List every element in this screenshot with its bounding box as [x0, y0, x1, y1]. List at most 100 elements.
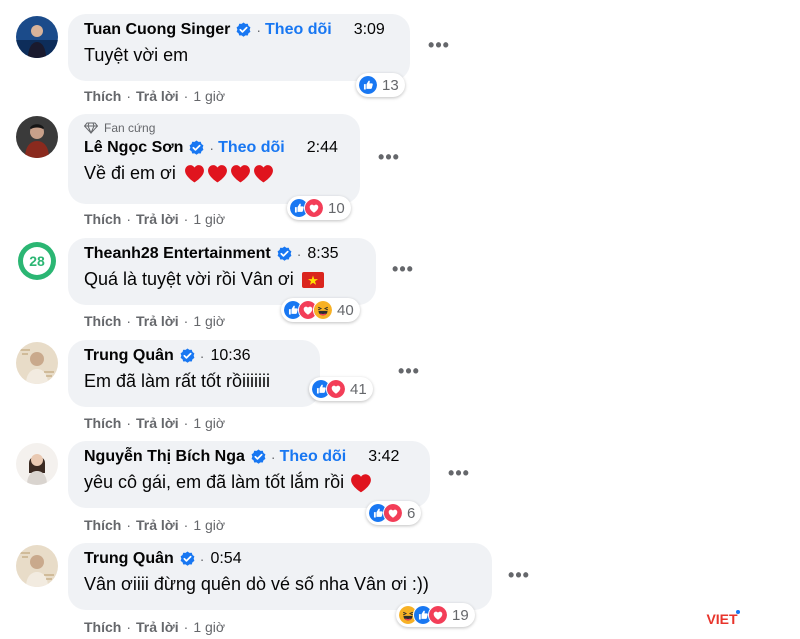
separator: · [126, 517, 132, 533]
separator: · [126, 88, 132, 104]
like-reaction-icon [358, 75, 378, 95]
comment-actions: Thích · Trả lời · 1 giờ [84, 415, 225, 431]
avatar[interactable] [16, 443, 58, 485]
comment-timestamp[interactable]: 3:42 [368, 448, 399, 466]
comment-author[interactable]: Trung Quân [84, 347, 174, 365]
haha-reaction-icon [313, 300, 333, 320]
reply-button[interactable]: Trả lời [136, 313, 179, 329]
reaction-summary[interactable]: 10 [287, 196, 351, 220]
avatar[interactable] [16, 545, 58, 587]
reply-button[interactable]: Trả lời [136, 211, 179, 227]
comment-timestamp[interactable]: 2:44 [307, 139, 338, 157]
comment-age[interactable]: 1 giờ [193, 517, 225, 533]
like-button[interactable]: Thích [84, 313, 121, 329]
reaction-count: 6 [407, 504, 416, 522]
like-button[interactable]: Thích [84, 415, 121, 431]
reply-button[interactable]: Trả lời [136, 619, 179, 635]
comment-bubble: Fan cứng Lê Ngọc Sơn · Theo dõi 2:44 Về … [68, 114, 360, 204]
avatar[interactable] [16, 116, 58, 158]
reply-button[interactable]: Trả lời [136, 88, 179, 104]
comment-age[interactable]: 1 giờ [193, 88, 225, 104]
comment-age[interactable]: 1 giờ [193, 211, 225, 227]
comment-text: Vân ơiiii đừng quên dò vé số nha Vân ơi … [84, 574, 429, 594]
separator: · [183, 619, 189, 635]
separator: · [183, 88, 189, 104]
separator: · [209, 140, 215, 156]
follow-link[interactable]: Theo dõi [265, 21, 332, 39]
comment-timestamp[interactable]: 10:36 [210, 347, 250, 365]
like-button[interactable]: Thích [84, 517, 121, 533]
more-options-icon[interactable]: ••• [504, 566, 534, 588]
separator: · [199, 348, 205, 364]
like-button[interactable]: Thích [84, 211, 121, 227]
follow-link[interactable]: Theo dõi [280, 448, 347, 466]
comment-author[interactable]: Theanh28 Entertainment [84, 245, 271, 263]
separator: · [183, 517, 189, 533]
heart-icon [184, 164, 205, 183]
more-options-icon[interactable]: ••• [394, 362, 424, 384]
comment-text: Tuyệt vời em [84, 45, 189, 65]
reaction-count: 41 [350, 380, 367, 398]
comment-actions: Thích · Trả lời · 1 giờ [84, 619, 225, 635]
more-options-icon[interactable]: ••• [388, 260, 418, 282]
more-options-icon[interactable]: ••• [424, 36, 454, 58]
avatar[interactable]: 28 [16, 240, 58, 282]
reply-button[interactable]: Trả lời [136, 415, 179, 431]
separator: · [126, 415, 132, 431]
separator: · [126, 211, 132, 227]
separator: · [126, 313, 132, 329]
separator: · [199, 551, 205, 567]
vietnam-flag-icon [301, 271, 324, 288]
diamond-icon [84, 122, 98, 134]
comment-age[interactable]: 1 giờ [193, 313, 225, 329]
verified-badge-icon [235, 22, 252, 39]
comment-age[interactable]: 1 giờ [193, 619, 225, 635]
comment-text: Em đã làm rất tốt rồiiiiiii [84, 371, 271, 391]
comment-timestamp[interactable]: 3:09 [354, 21, 385, 39]
comment-author[interactable]: Trung Quân [84, 550, 174, 568]
comment-bubble: Theanh28 Entertainment · 8:35 Quá là tuy… [68, 238, 376, 305]
comment-author[interactable]: Tuan Cuong Singer [84, 21, 230, 39]
viet-watermark-logo: VIET [700, 608, 744, 628]
comment-author[interactable]: Nguyễn Thị Bích Nga [84, 448, 245, 466]
comment-actions: Thích · Trả lời · 1 giờ [84, 88, 225, 104]
comment-age[interactable]: 1 giờ [193, 415, 225, 431]
comment-timestamp[interactable]: 8:35 [307, 245, 338, 263]
avatar[interactable] [16, 16, 58, 58]
like-button[interactable]: Thích [84, 88, 121, 104]
comment-text: Về đi em ơi [84, 163, 176, 183]
svg-text:VIET: VIET [706, 611, 738, 627]
comment-text-wrap: Quá là tuyệt vời rồi Vân ơi [84, 269, 362, 290]
heart-icon [253, 164, 274, 183]
follow-link[interactable]: Theo dõi [218, 139, 285, 157]
comment-text: yêu cô gái, em đã làm tốt lắm rồi [84, 472, 345, 492]
reaction-summary[interactable]: 19 [396, 603, 475, 627]
more-options-icon[interactable]: ••• [444, 464, 474, 486]
love-reaction-icon [326, 379, 346, 399]
reply-button[interactable]: Trả lời [136, 517, 179, 533]
like-button[interactable]: Thích [84, 619, 121, 635]
comment-actions: Thích · Trả lời · 1 giờ [84, 517, 225, 533]
separator: · [183, 313, 189, 329]
reaction-summary[interactable]: 40 [281, 298, 360, 322]
comment-author[interactable]: Lê Ngọc Sơn [84, 139, 183, 157]
comment-bubble: Tuan Cuong Singer · Theo dõi 3:09 Tuyệt … [68, 14, 410, 81]
comment-text-wrap: Về đi em ơi [84, 163, 346, 184]
love-reaction-icon [304, 198, 324, 218]
comment-text-wrap: yêu cô gái, em đã làm tốt lắm rồi [84, 472, 416, 493]
comment-bubble: Trung Quân · 0:54 Vân ơiiii đừng quên dò… [68, 543, 492, 610]
reaction-summary[interactable]: 41 [309, 377, 373, 401]
separator: · [296, 246, 302, 262]
more-options-icon[interactable]: ••• [374, 148, 404, 170]
heart-icon [350, 473, 372, 493]
love-reaction-icon [428, 605, 448, 625]
reaction-summary[interactable]: 13 [356, 73, 405, 97]
comment-actions: Thích · Trả lời · 1 giờ [84, 211, 225, 227]
avatar[interactable] [16, 342, 58, 384]
heart-icon [230, 164, 251, 183]
reaction-summary[interactable]: 6 [366, 501, 422, 525]
reaction-count: 19 [452, 606, 469, 624]
comment-timestamp[interactable]: 0:54 [210, 550, 241, 568]
separator: · [270, 449, 276, 465]
separator: · [183, 415, 189, 431]
